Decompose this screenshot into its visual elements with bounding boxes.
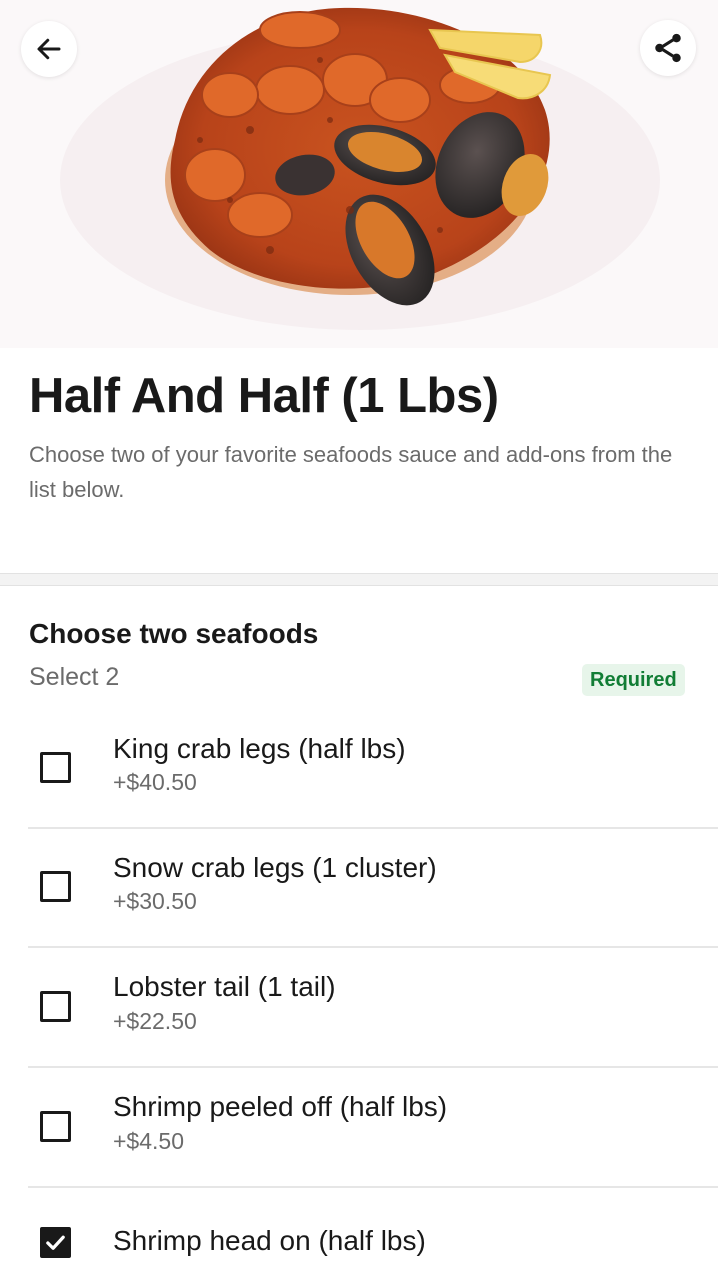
share-icon <box>655 33 681 63</box>
option-row[interactable]: King crab legs (half lbs) +$40.50 <box>0 711 718 830</box>
item-description: Choose two of your favorite seafoods sau… <box>29 442 673 502</box>
arrow-left-icon <box>37 38 61 60</box>
option-row[interactable]: Lobster tail (1 tail) +$22.50 <box>0 949 718 1068</box>
option-price: +$30.50 <box>113 888 197 914</box>
option-price: +$22.50 <box>113 1008 197 1034</box>
seafood-photo <box>60 7 660 330</box>
option-group-title: Choose two seafoods <box>29 618 319 649</box>
option-row[interactable]: Snow crab legs (1 cluster) +$30.50 <box>0 830 718 949</box>
checkmark-icon <box>46 1235 65 1250</box>
option-label: Lobster tail (1 tail) <box>113 971 336 1002</box>
checkbox[interactable] <box>40 871 71 902</box>
option-price: +$4.50 <box>113 1128 184 1154</box>
row-divider <box>28 827 718 829</box>
checkbox[interactable] <box>40 991 71 1022</box>
hero-image <box>0 0 718 348</box>
row-divider <box>28 946 718 948</box>
option-row[interactable]: Shrimp peeled off (half lbs) +$4.50 <box>0 1069 718 1188</box>
option-label: Shrimp head on (half lbs) <box>113 1225 426 1256</box>
checkbox[interactable] <box>40 752 71 783</box>
checkbox-checked[interactable] <box>40 1227 71 1258</box>
option-group-subtitle: Select 2 <box>29 663 120 691</box>
required-badge: Required <box>582 664 685 696</box>
section-divider <box>0 573 718 586</box>
checkbox[interactable] <box>40 1111 71 1142</box>
option-label: Shrimp peeled off (half lbs) <box>113 1091 448 1122</box>
option-label: King crab legs (half lbs) <box>113 733 406 764</box>
option-label: Snow crab legs (1 cluster) <box>113 852 437 883</box>
row-divider <box>28 1066 718 1068</box>
back-button[interactable] <box>21 21 77 77</box>
row-divider <box>28 1186 718 1188</box>
option-price: +$40.50 <box>113 769 197 795</box>
option-row[interactable]: Shrimp head on (half lbs) <box>0 1189 718 1280</box>
item-title: Half And Half (1 Lbs) <box>29 369 499 423</box>
share-button[interactable] <box>640 20 696 76</box>
